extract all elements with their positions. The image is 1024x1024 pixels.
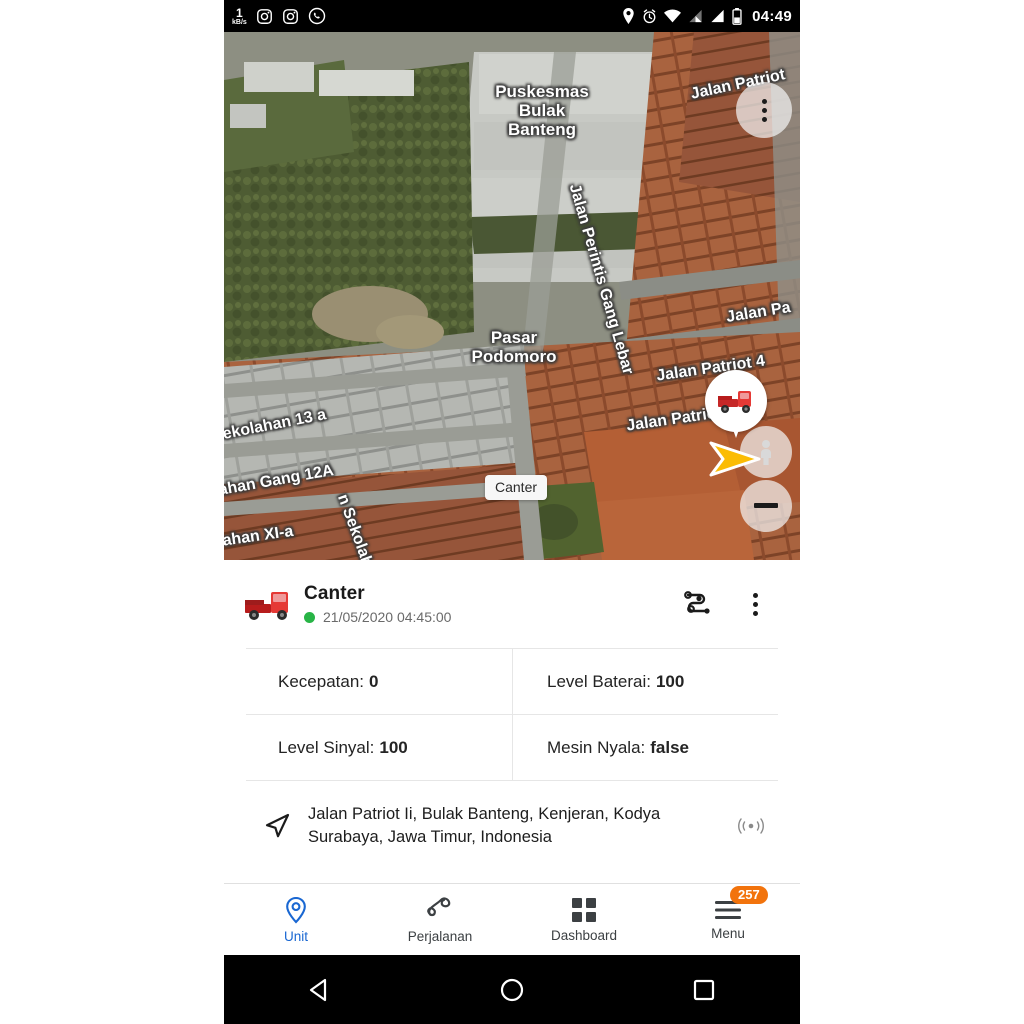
network-speed-value: 1 <box>236 7 243 19</box>
navigation-arrow-icon <box>256 812 300 840</box>
network-speed-indicator: 1 kB/s <box>232 7 247 26</box>
marker-tail <box>731 424 741 438</box>
stats-row: Level Sinyal:100 Mesin Nyala:false <box>246 714 778 780</box>
unit-name: Canter <box>304 583 451 605</box>
trip-route-icon <box>425 896 455 924</box>
vehicle-map-marker[interactable] <box>705 370 767 438</box>
home-button[interactable] <box>472 955 552 1024</box>
truck-icon <box>716 387 756 415</box>
instagram-icon <box>256 8 273 25</box>
nav-label-dashboard: Dashboard <box>551 928 617 943</box>
stats-grid: Kecepatan:0 Level Baterai:100 Level Siny… <box>246 648 778 780</box>
stats-row: Kecepatan:0 Level Baterai:100 <box>246 648 778 714</box>
nav-label-menu: Menu <box>711 926 745 941</box>
recents-button[interactable] <box>664 955 744 1024</box>
recents-square-icon <box>692 978 716 1002</box>
status-bar-clock: 04:49 <box>752 8 792 25</box>
overflow-menu-icon <box>762 99 767 122</box>
stat-mesin-nyala: Mesin Nyala:false <box>512 714 778 780</box>
stat-level-sinyal: Level Sinyal:100 <box>246 714 512 780</box>
zoom-out-button[interactable] <box>740 480 792 532</box>
truck-thumbnail <box>244 584 292 624</box>
home-circle-icon <box>499 977 525 1003</box>
network-speed-unit: kB/s <box>232 19 247 26</box>
stat-value: 100 <box>379 738 407 758</box>
unit-header-actions <box>683 587 764 622</box>
bottom-navigation: Unit Perjalanan Dashboard 257 <box>224 883 800 955</box>
nav-label-unit: Unit <box>284 929 308 944</box>
back-triangle-icon <box>307 977 333 1003</box>
map-options-button[interactable] <box>736 82 792 138</box>
address-text: Jalan Patriot Ii, Bulak Banteng, Kenjera… <box>300 803 680 849</box>
wifi-icon <box>664 9 681 23</box>
nav-item-menu[interactable]: 257 Menu <box>656 884 800 955</box>
unit-status-row: 21/05/2020 04:45:00 <box>304 609 451 625</box>
stat-label: Kecepatan: <box>278 672 364 692</box>
battery-icon <box>732 8 742 25</box>
map-pin-icon <box>283 896 309 924</box>
stat-value: 0 <box>369 672 378 692</box>
stat-value: false <box>650 738 689 758</box>
unit-detail-panel: Canter 21/05/2020 04:45:00 <box>224 560 800 879</box>
whatsapp-icon <box>308 7 326 25</box>
location-icon <box>622 8 635 24</box>
stat-value: 100 <box>656 672 684 692</box>
stat-label: Level Baterai: <box>547 672 651 692</box>
unit-timestamp: 21/05/2020 04:45:00 <box>323 609 451 625</box>
menu-badge: 257 <box>730 886 768 904</box>
phone-viewport: 1 kB/s <box>224 0 800 1024</box>
marker-label-chip: Canter <box>485 475 547 500</box>
grid-icon <box>571 897 597 923</box>
marker-bubble <box>705 370 767 432</box>
minus-icon <box>754 503 778 509</box>
broadcast-icon[interactable] <box>728 817 774 835</box>
back-button[interactable] <box>280 955 360 1024</box>
stat-kecepatan: Kecepatan:0 <box>246 648 512 714</box>
status-bar-right: 04:49 <box>622 8 792 25</box>
screen: 1 kB/s <box>0 0 1024 1024</box>
unit-header[interactable]: Canter 21/05/2020 04:45:00 <box>224 560 800 648</box>
stat-level-baterai: Level Baterai:100 <box>512 648 778 714</box>
android-navigation-bar <box>224 955 800 1024</box>
map-view[interactable]: Puskesmas Bulak Banteng Jalan Patriot Ja… <box>224 32 800 560</box>
signal-icon <box>688 9 703 23</box>
stat-label: Level Sinyal: <box>278 738 374 758</box>
alarm-icon <box>642 9 657 24</box>
nav-label-perjalanan: Perjalanan <box>408 929 473 944</box>
signal-icon <box>710 9 725 23</box>
nav-item-unit[interactable]: Unit <box>224 884 368 955</box>
nav-item-dashboard[interactable]: Dashboard <box>512 884 656 955</box>
stat-label: Mesin Nyala: <box>547 738 645 758</box>
nav-item-perjalanan[interactable]: Perjalanan <box>368 884 512 955</box>
instagram-icon <box>282 8 299 25</box>
heading-arrow-icon <box>709 440 763 480</box>
status-bar-left: 1 kB/s <box>232 7 326 26</box>
status-bar: 1 kB/s <box>224 0 800 32</box>
route-icon[interactable] <box>683 590 713 619</box>
status-badge <box>304 612 315 623</box>
overflow-menu-icon[interactable] <box>747 587 764 622</box>
address-row[interactable]: Jalan Patriot Ii, Bulak Banteng, Kenjera… <box>246 780 778 879</box>
unit-info: Canter 21/05/2020 04:45:00 <box>304 583 451 625</box>
